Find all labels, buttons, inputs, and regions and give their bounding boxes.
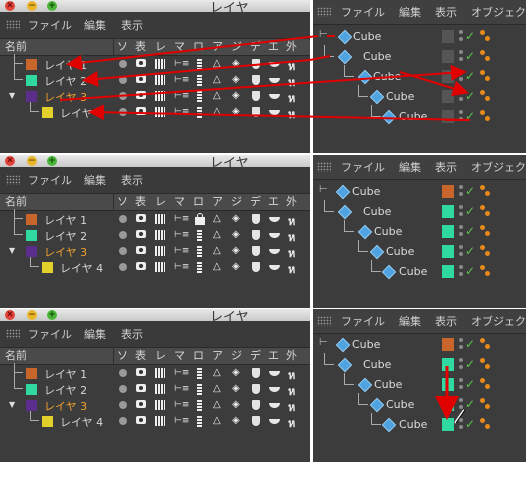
cursor-pen-icon (454, 409, 465, 424)
annotation-arrows (59, 35, 471, 424)
arrow-annotation (82, 59, 311, 87)
arrow-annotation (66, 35, 319, 71)
arrow-annotation (309, 55, 331, 61)
arrow-annotation (88, 104, 471, 121)
